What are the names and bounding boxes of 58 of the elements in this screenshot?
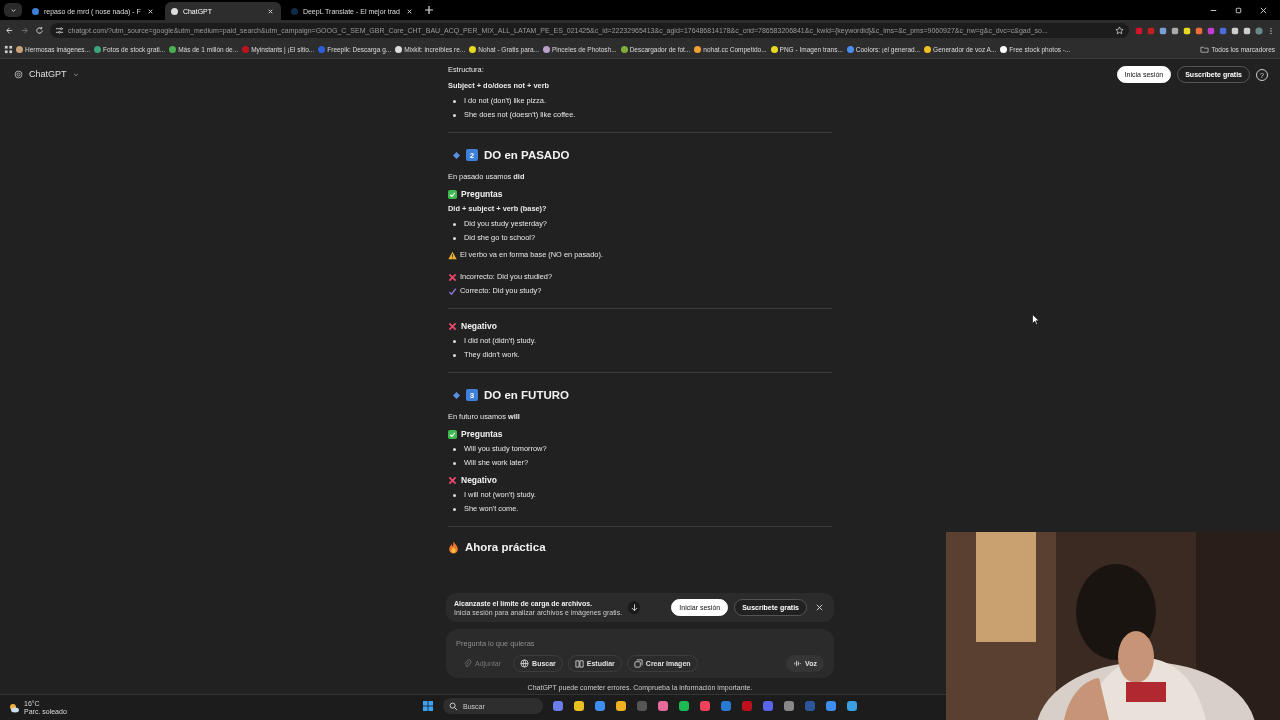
profile-icon[interactable] — [1255, 26, 1263, 35]
app-icon[interactable] — [657, 700, 669, 712]
search-icon — [449, 701, 458, 711]
subheading: Negativo — [461, 475, 497, 485]
paperclip-icon — [463, 659, 472, 668]
app-icon[interactable] — [783, 700, 795, 712]
warning-icon — [448, 250, 457, 260]
close-icon[interactable] — [1259, 5, 1268, 15]
favicon — [290, 7, 298, 15]
book-icon — [574, 659, 584, 668]
weather-icon[interactable] — [8, 701, 20, 714]
subheading: Preguntas — [461, 429, 503, 439]
globe-icon — [520, 659, 530, 668]
subheading: Preguntas — [461, 189, 503, 199]
cross-icon — [448, 475, 457, 485]
close-icon — [815, 603, 824, 612]
scroll-down-button[interactable] — [628, 601, 641, 614]
cross-icon — [448, 272, 457, 282]
start-icon[interactable] — [422, 700, 434, 712]
star-icon[interactable] — [1115, 26, 1124, 35]
menu-icon[interactable] — [1267, 26, 1275, 35]
section-heading: DO en FUTURO — [484, 389, 569, 401]
app-icon[interactable] — [552, 700, 564, 712]
favicon — [32, 7, 39, 15]
subheading: Negativo — [461, 321, 497, 331]
site-settings-icon[interactable] — [55, 26, 64, 35]
reload-icon[interactable] — [35, 26, 44, 35]
restore-icon[interactable] — [1234, 5, 1243, 15]
app-icon[interactable] — [594, 700, 606, 712]
app-icon[interactable] — [699, 700, 711, 712]
app-icon[interactable] — [825, 700, 837, 712]
number-badge: 3 — [466, 389, 478, 401]
fire-icon — [448, 540, 459, 554]
waveform-icon — [793, 659, 803, 668]
logo-icon — [14, 69, 23, 79]
section-heading: Ahora práctica — [465, 541, 546, 553]
cross-icon — [448, 321, 457, 331]
app-icon[interactable] — [846, 700, 858, 712]
cursor-icon — [1032, 314, 1039, 325]
image-icon — [633, 659, 643, 668]
number-badge: 2 — [466, 149, 478, 161]
app-icon[interactable] — [678, 700, 690, 712]
new-tab-icon[interactable] — [423, 5, 434, 15]
forward-icon[interactable] — [20, 26, 29, 35]
favicon — [170, 7, 178, 15]
diamond-icon — [453, 391, 460, 399]
check-icon — [448, 189, 457, 199]
folder-icon — [1200, 45, 1210, 54]
app-icon[interactable] — [615, 700, 627, 712]
apps-icon[interactable] — [4, 45, 13, 54]
model-selector[interactable]: ChatGPT — [14, 69, 79, 79]
tick-icon — [448, 286, 457, 296]
check-icon — [448, 429, 457, 439]
arrow-down-icon — [629, 603, 639, 612]
back-icon[interactable] — [5, 26, 14, 35]
section-heading: DO en PASADO — [484, 149, 570, 161]
app-icon[interactable] — [573, 700, 585, 712]
diamond-icon — [453, 151, 460, 159]
